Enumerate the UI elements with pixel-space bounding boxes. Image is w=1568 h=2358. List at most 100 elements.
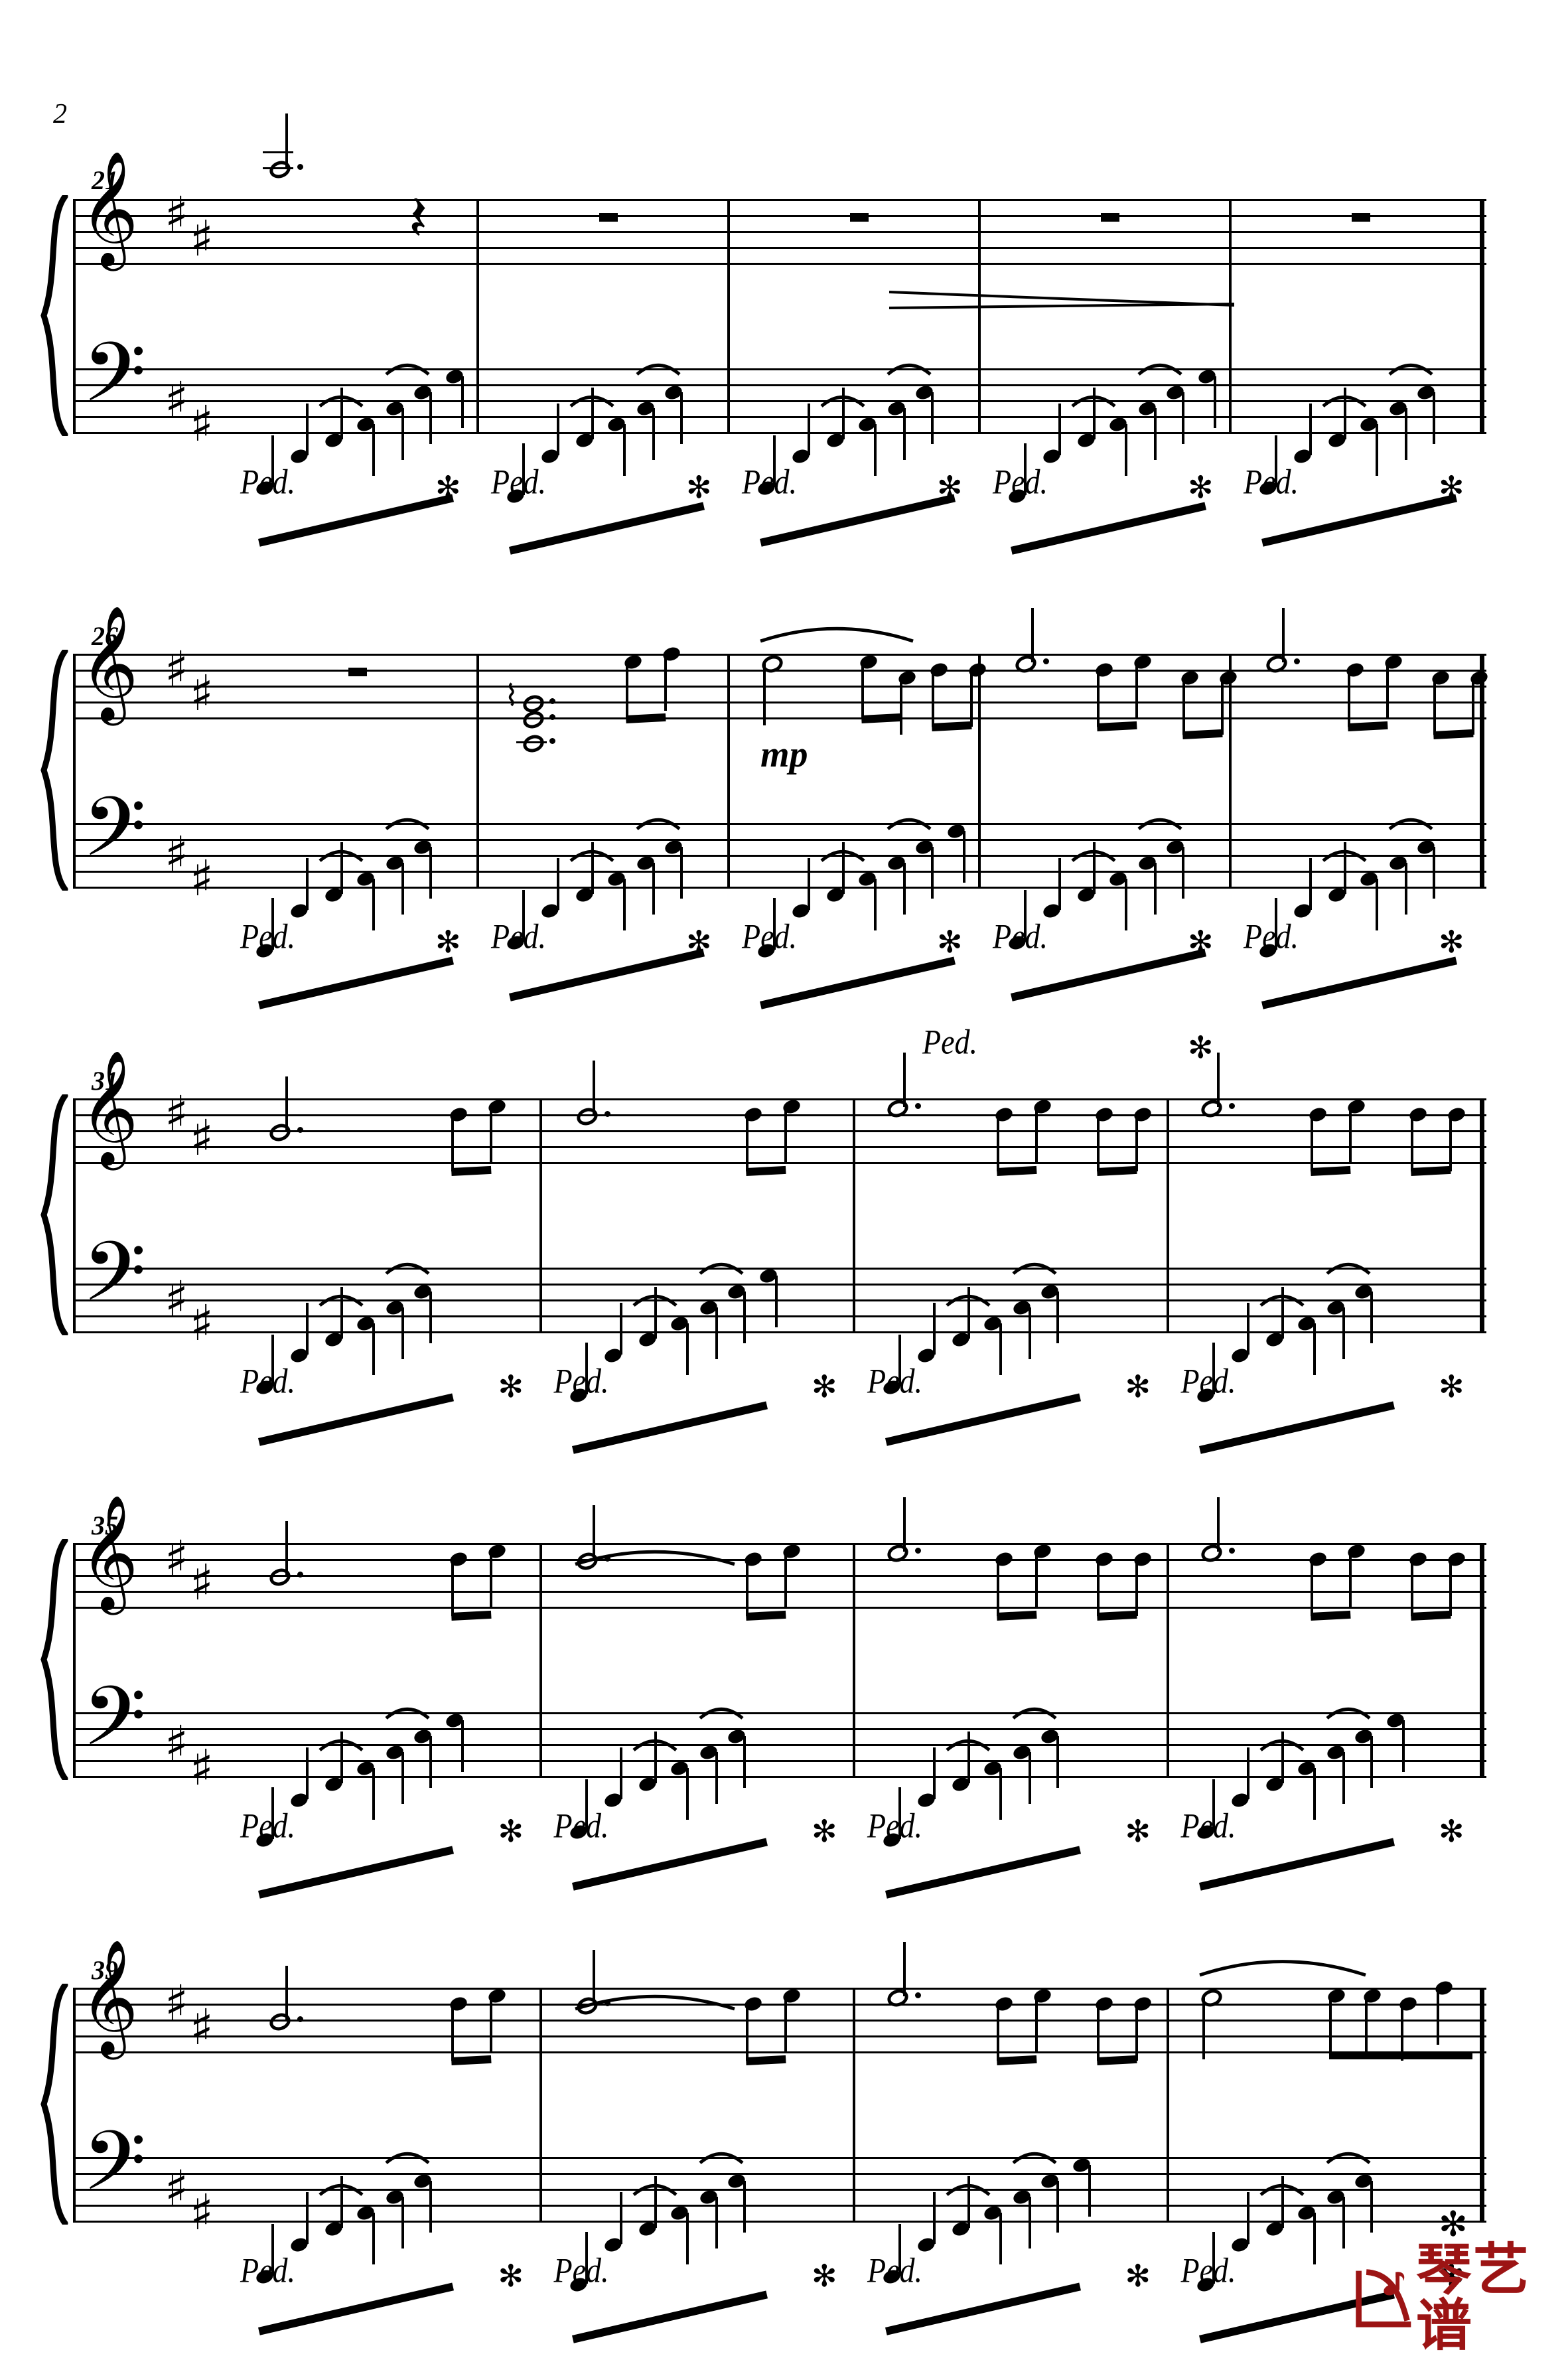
note-stem <box>1216 1053 1220 1107</box>
beam <box>625 713 666 723</box>
key-signature-sharp: ♯ <box>190 395 214 453</box>
pedal-release-icon: ✻ <box>1125 2258 1151 2294</box>
beam <box>997 1165 1037 1176</box>
pedal-release-icon: ✻ <box>937 469 963 505</box>
note-stem <box>401 1307 404 1359</box>
pedal-down-mark: Ped. <box>491 917 547 956</box>
note-stem <box>1035 1551 1038 1608</box>
bass-staff <box>73 368 1486 434</box>
beam <box>760 494 956 547</box>
note-stem <box>969 670 973 727</box>
beam <box>1328 2051 1472 2059</box>
note-stem <box>451 1114 454 1171</box>
pedal-release-icon: ✻ <box>1188 1029 1214 1065</box>
note-stem <box>623 879 626 930</box>
pedal-down-mark: Ped. <box>1244 917 1299 956</box>
beam <box>1261 494 1458 547</box>
beam <box>885 2282 1082 2335</box>
beam <box>258 1846 455 1899</box>
ledger-line <box>263 167 293 169</box>
system-brace <box>38 650 69 891</box>
note-stem <box>372 424 375 476</box>
slur <box>1325 1263 1371 1279</box>
note-stem <box>461 1720 464 1772</box>
note-stem <box>685 2213 689 2264</box>
note-stem <box>784 1996 787 2053</box>
slur <box>698 2152 744 2168</box>
note-stem <box>429 392 432 444</box>
note-stem <box>903 1942 906 1996</box>
note-stem <box>743 1736 746 1788</box>
barline <box>1480 1988 1484 2221</box>
note-stem <box>1182 392 1184 444</box>
barline <box>978 654 981 887</box>
note-stem <box>489 1106 492 1163</box>
note-stem <box>619 1303 622 1355</box>
staff-line <box>73 384 1486 386</box>
augmentation-dot <box>1228 1103 1235 1109</box>
note-stem <box>1342 1752 1345 1804</box>
note-stem <box>1097 670 1100 727</box>
tie <box>760 626 914 646</box>
beam <box>997 2055 1037 2065</box>
slur <box>820 850 865 866</box>
augmentation-dot <box>1043 658 1049 664</box>
staff-line <box>73 1728 1486 1730</box>
barline <box>476 654 479 887</box>
note-stem <box>1097 1114 1100 1171</box>
note-stem <box>285 113 288 168</box>
barline <box>853 1543 855 1776</box>
slur <box>1012 2152 1057 2168</box>
system-brace <box>38 1984 69 2225</box>
note-stem <box>372 2213 375 2264</box>
hairpin-diminuendo <box>889 288 1234 315</box>
barline <box>1480 1098 1484 1331</box>
note-stem <box>1135 662 1139 719</box>
key-signature-sharp: ♯ <box>190 2183 214 2241</box>
system-brace <box>38 195 69 436</box>
slur <box>820 396 865 411</box>
note-stem <box>429 1291 432 1343</box>
augmentation-dot <box>297 2016 303 2022</box>
note-stem <box>1029 2197 1031 2248</box>
staff-line <box>73 231 1486 233</box>
beam <box>1310 1610 1351 1621</box>
beam <box>1097 1610 1137 1621</box>
beam <box>1410 1610 1451 1621</box>
bass-clef-icon: 𝄢 <box>82 1224 147 1341</box>
beam <box>1348 721 1388 731</box>
qinyipu-watermark: 琴艺谱 <box>1352 2242 1568 2353</box>
key-signature-sharp: ♯ <box>190 1554 214 1611</box>
beam <box>1011 948 1207 1001</box>
staff-line <box>73 1315 1486 1317</box>
note-stem <box>1135 1114 1139 1171</box>
barline <box>727 654 730 887</box>
pedal-release-icon: ✻ <box>1188 469 1214 505</box>
pedal-release-icon: ✻ <box>1439 469 1464 505</box>
pedal-down-mark: Ped. <box>867 1361 923 1400</box>
pedal-release-icon: ✻ <box>1439 924 1464 960</box>
bass-clef-icon: 𝄢 <box>82 2114 147 2230</box>
note-stem <box>1058 404 1061 455</box>
staff-line <box>73 2157 1486 2159</box>
note-stem <box>774 1276 778 1327</box>
beam <box>1097 1165 1137 1176</box>
barline <box>1166 1988 1169 2221</box>
note-stem <box>931 670 934 727</box>
note-stem <box>489 1551 492 1608</box>
note-stem <box>1433 678 1436 735</box>
beam <box>571 2290 768 2343</box>
pedal-release-icon: ✻ <box>435 924 461 960</box>
note-stem <box>1135 2004 1139 2061</box>
slur <box>698 1263 744 1279</box>
pedal-down-mark: Ped. <box>491 462 547 501</box>
key-signature-sharp: ♯ <box>190 664 214 722</box>
note-stem <box>285 1966 288 2020</box>
pedal-down-mark: Ped. <box>240 1361 296 1400</box>
note-stem <box>1246 2192 1249 2244</box>
staff-line <box>73 400 1486 402</box>
staff-line <box>73 701 1486 703</box>
staff-line <box>73 1162 1486 1164</box>
pedal-down-mark: Ped. <box>1180 2250 1236 2290</box>
tie <box>574 1550 735 1570</box>
